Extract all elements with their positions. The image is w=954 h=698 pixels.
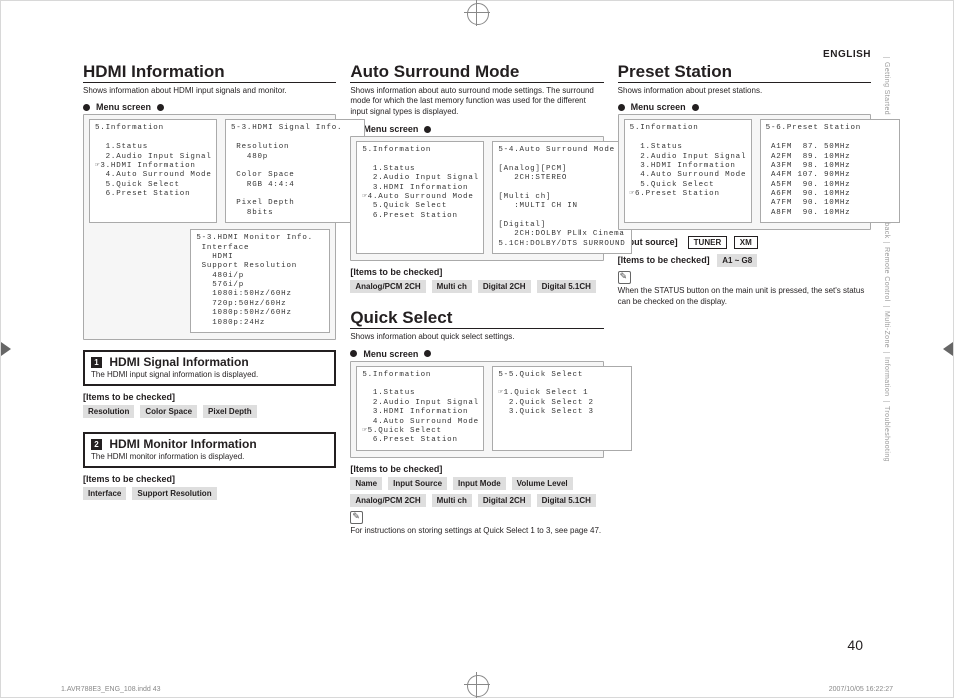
page: Getting Started Connections Setup Playba… (0, 0, 954, 698)
badge-1: 1 (91, 357, 102, 368)
hdmi-screens: 5.Information 1.Status 2.Audio Input Sig… (83, 114, 336, 340)
quick-menu-header: Menu screen (350, 349, 603, 359)
items-label: [Items to be checked] (350, 464, 603, 474)
hdmi-signal-title: HDMI Signal Information (109, 355, 248, 369)
quick-chips-1: Name Input Source Input Mode Volume Leve… (350, 477, 603, 490)
chip-pixel-depth: Pixel Depth (203, 405, 257, 418)
hdmi-monitor-title: HDMI Monitor Information (109, 437, 256, 451)
chip-resolution: Resolution (83, 405, 134, 418)
source-xm: XM (734, 236, 758, 249)
hdmi-screen-monitor: 5-3.HDMI Monitor Info. Interface HDMI Su… (190, 229, 330, 333)
footer-slug-left: 1.AVR788E3_ENG_108.indd 43 (61, 686, 161, 693)
chip: Volume Level (512, 477, 573, 490)
hdmi-signal-box: 1 HDMI Signal Information The HDMI input… (83, 350, 336, 386)
hdmi-title: HDMI Information (83, 63, 336, 83)
hdmi-screen-signal: 5-3.HDMI Signal Info. Resolution 480p Co… (225, 119, 365, 223)
auto-screen-mode: 5-4.Auto Surround Mode [Analog][PCM] 2CH… (492, 141, 632, 254)
side-tabs: Getting Started Connections Setup Playba… (883, 57, 903, 466)
items-label: [Items to be checked] (83, 392, 336, 402)
preset-screen-list: 5-6.Preset Station A1FM 87. 50MHz A2FM 8… (760, 119, 900, 223)
quick-screens: 5.Information 1.Status 2.Audio Input Sig… (350, 361, 603, 458)
chip: Digital 5.1CH (537, 494, 596, 507)
auto-title: Auto Surround Mode (350, 63, 603, 83)
col-middle: Auto Surround Mode Shows information abo… (350, 63, 603, 536)
crop-mark-top (464, 0, 490, 26)
chip: Digital 2CH (478, 280, 531, 293)
items-label: [Items to be checked] (618, 255, 710, 265)
auto-screen-menu: 5.Information 1.Status 2.Audio Input Sig… (356, 141, 484, 254)
auto-menu-header: Menu screen (350, 124, 603, 134)
trim-arrow-right (943, 342, 953, 356)
footer-slug-right: 2007/10/05 16:22:27 (829, 686, 893, 693)
col-preset: Preset Station Shows information about p… (618, 63, 871, 536)
hdmi-screen-menu: 5.Information 1.Status 2.Audio Input Sig… (89, 119, 217, 223)
chip-preset-range: A1 ~ G8 (717, 254, 757, 267)
badge-2: 2 (91, 439, 102, 450)
hdmi-menu-header: Menu screen (83, 102, 336, 112)
hdmi-signal-chips: Resolution Color Space Pixel Depth (83, 405, 336, 418)
items-label: [Items to be checked] (83, 474, 336, 484)
menu-label: Menu screen (363, 349, 418, 359)
tab-information[interactable]: Information (883, 352, 890, 400)
bullet-icon (350, 350, 357, 357)
note-icon (350, 511, 363, 524)
menu-label: Menu screen (363, 124, 418, 134)
language-label: ENGLISH (823, 49, 871, 60)
chip-color-space: Color Space (140, 405, 197, 418)
chip: Analog/PCM 2CH (350, 280, 425, 293)
menu-label: Menu screen (631, 102, 686, 112)
tab-multi-zone[interactable]: Multi-Zone (883, 306, 890, 352)
chip: Multi ch (432, 280, 472, 293)
auto-intro: Shows information about auto surround mo… (350, 86, 603, 118)
chip: Digital 2CH (478, 494, 531, 507)
bullet-icon (424, 350, 431, 357)
chip: Name (350, 477, 382, 490)
chip: Input Mode (453, 477, 506, 490)
bullet-icon (618, 104, 625, 111)
preset-note: When the STATUS button on the main unit … (618, 286, 871, 308)
tab-troubleshooting[interactable]: Troubleshooting (883, 401, 890, 466)
content-area: ENGLISH HDMI Information Shows informati… (83, 49, 871, 657)
col-hdmi: HDMI Information Shows information about… (83, 63, 336, 536)
quick-screen-list: 5-5.Quick Select ☞1.Quick Select 1 2.Qui… (492, 366, 632, 451)
chip-interface: Interface (83, 487, 126, 500)
auto-chips: Analog/PCM 2CH Multi ch Digital 2CH Digi… (350, 280, 603, 293)
chip-support-resolution: Support Resolution (132, 487, 216, 500)
chip: Digital 5.1CH (537, 280, 596, 293)
preset-screens: 5.Information 1.Status 2.Audio Input Sig… (618, 114, 871, 230)
menu-label: Menu screen (96, 102, 151, 112)
tab-getting-started[interactable]: Getting Started (883, 57, 890, 119)
note-icon (618, 271, 631, 284)
items-label: [Items to be checked] (350, 267, 603, 277)
chip: Input Source (388, 477, 447, 490)
chip: Analog/PCM 2CH (350, 494, 425, 507)
bullet-icon (692, 104, 699, 111)
crop-mark-bottom (464, 672, 490, 698)
quick-intro: Shows information about quick select set… (350, 332, 603, 343)
auto-screens: 5.Information 1.Status 2.Audio Input Sig… (350, 136, 603, 261)
quick-screen-menu: 5.Information 1.Status 2.Audio Input Sig… (356, 366, 484, 451)
preset-menu-header: Menu screen (618, 102, 871, 112)
tab-remote-control[interactable]: Remote Control (883, 242, 890, 306)
bullet-icon (424, 126, 431, 133)
quick-chips-2: Analog/PCM 2CH Multi ch Digital 2CH Digi… (350, 494, 603, 507)
quick-title: Quick Select (350, 309, 603, 329)
trim-arrow-left (1, 342, 11, 356)
hdmi-intro: Shows information about HDMI input signa… (83, 86, 336, 97)
preset-intro: Shows information about preset stations. (618, 86, 871, 97)
preset-items-row: [Items to be checked] A1 ~ G8 (618, 255, 871, 265)
input-source-row: [Input source] TUNER XM (618, 236, 871, 249)
quick-note: For instructions on storing settings at … (350, 526, 603, 537)
preset-title: Preset Station (618, 63, 871, 83)
hdmi-monitor-chips: Interface Support Resolution (83, 487, 336, 500)
hdmi-monitor-caption: The HDMI monitor information is displaye… (91, 452, 328, 461)
chip: Multi ch (432, 494, 472, 507)
source-tuner: TUNER (688, 236, 728, 249)
preset-screen-menu: 5.Information 1.Status 2.Audio Input Sig… (624, 119, 752, 223)
hdmi-monitor-box: 2 HDMI Monitor Information The HDMI moni… (83, 432, 336, 468)
bullet-icon (157, 104, 164, 111)
page-number: 40 (847, 637, 863, 653)
bullet-icon (83, 104, 90, 111)
hdmi-signal-caption: The HDMI input signal information is dis… (91, 370, 328, 379)
